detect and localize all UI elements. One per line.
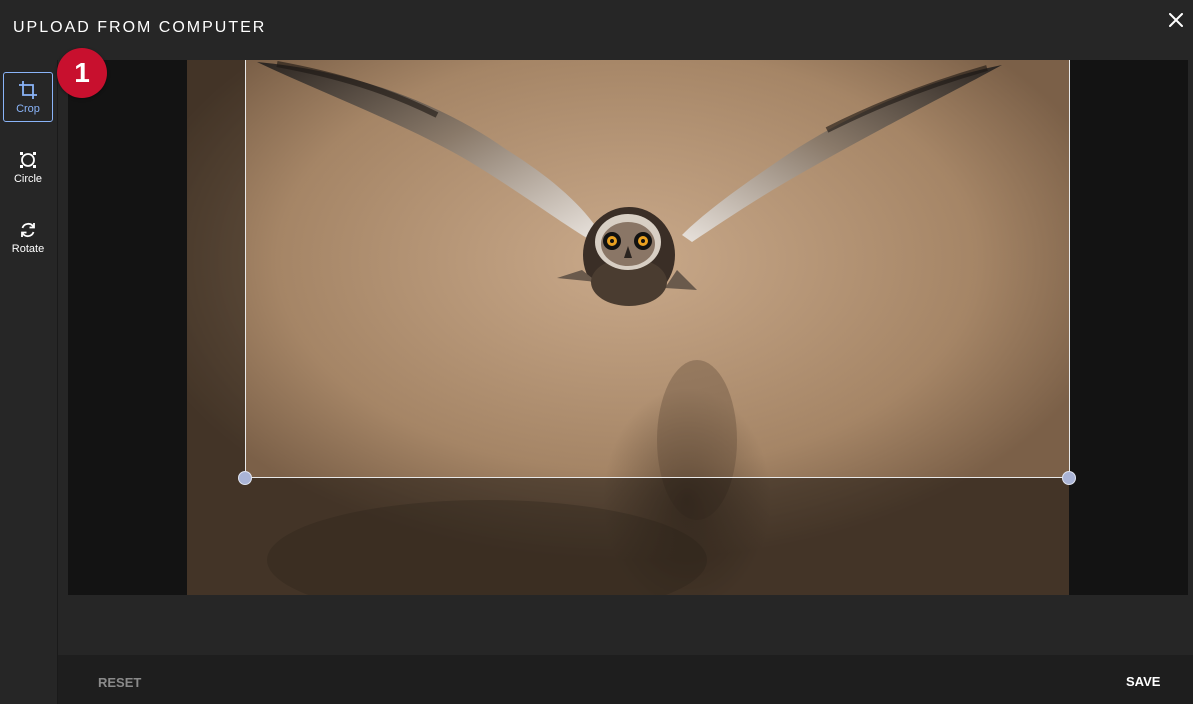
circle-tool-button[interactable]: Circle [3, 142, 53, 192]
dialog-footer: RESET SAVE [58, 655, 1193, 704]
close-icon [1169, 13, 1183, 27]
step-badge: 1 [57, 48, 107, 98]
circle-tool-label: Circle [13, 172, 43, 185]
crop-tool-label: Crop [16, 102, 40, 115]
dialog-header: UPLOAD FROM COMPUTER [0, 0, 1193, 60]
crop-handle-bottom-right[interactable] [1062, 471, 1076, 485]
crop-icon [19, 80, 37, 99]
image-canvas [68, 60, 1188, 595]
crop-outside-area-left [187, 60, 245, 478]
save-button[interactable]: SAVE [1126, 674, 1160, 689]
reset-button[interactable]: RESET [98, 675, 141, 690]
rotate-tool-label: Rotate [11, 242, 45, 255]
rotate-icon [21, 222, 35, 237]
rotate-tool-button[interactable]: Rotate [3, 212, 53, 262]
crop-selection[interactable] [245, 60, 1070, 478]
crop-handle-bottom-left[interactable] [238, 471, 252, 485]
dialog-title: UPLOAD FROM COMPUTER [13, 19, 267, 36]
tool-sidebar: Crop Circle Rotate [0, 60, 58, 704]
crop-tool-button[interactable]: Crop [3, 72, 53, 122]
close-button[interactable] [1164, 8, 1188, 32]
circle-crop-icon [20, 151, 36, 168]
crop-outside-area-bottom [187, 478, 1069, 595]
